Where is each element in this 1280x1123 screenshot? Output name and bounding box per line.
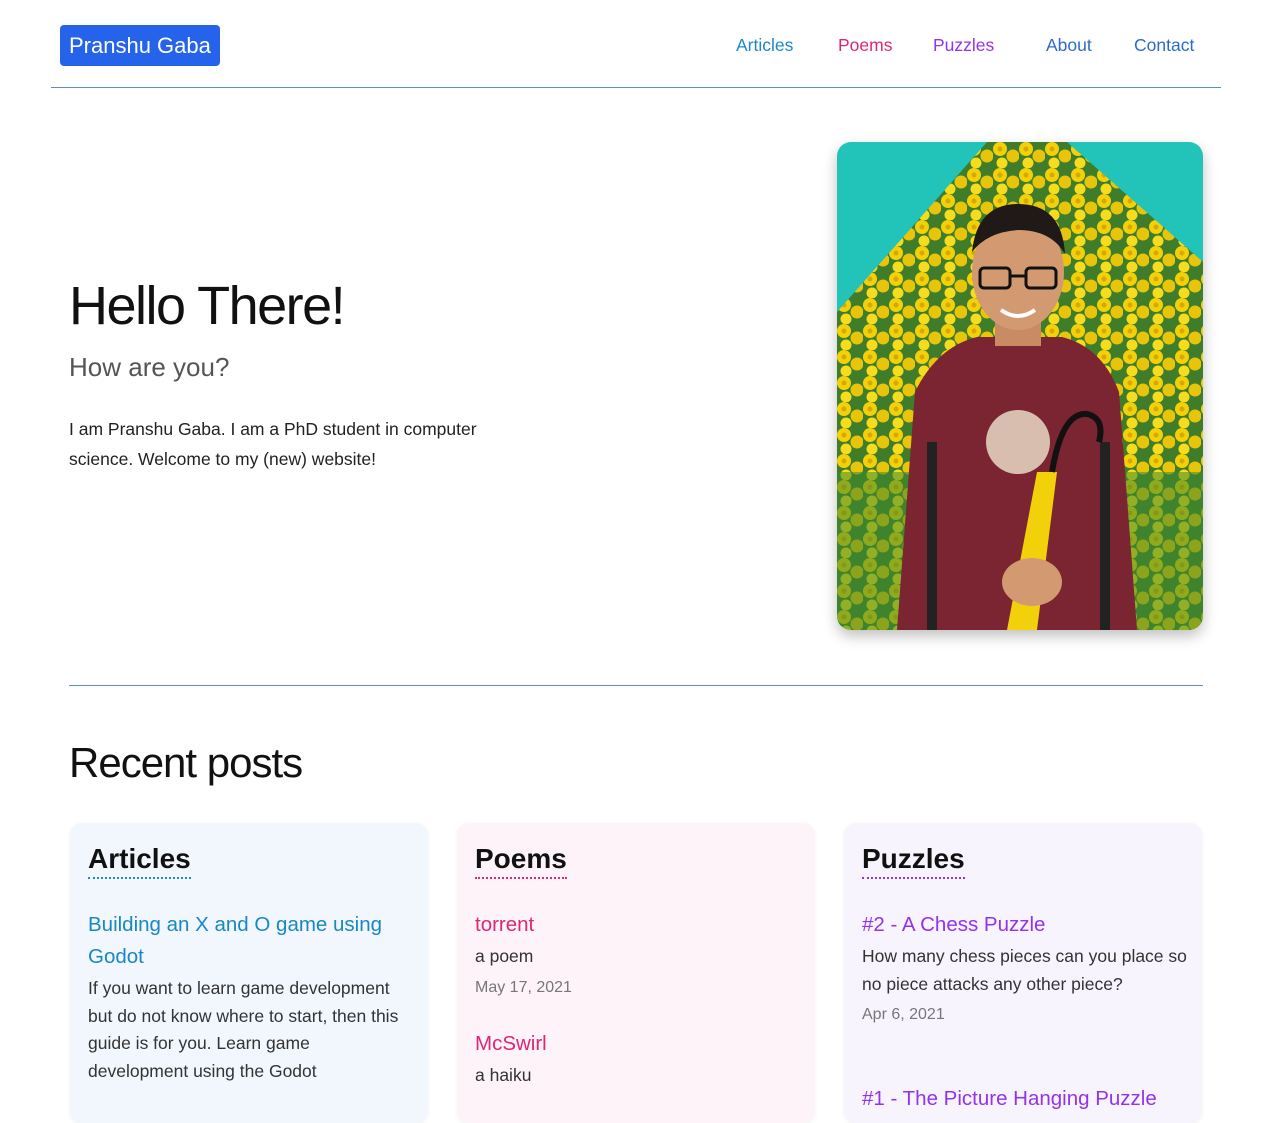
nav-puzzles[interactable]: Puzzles xyxy=(933,35,994,56)
nav-poems[interactable]: Poems xyxy=(838,35,892,56)
nav-articles[interactable]: Articles xyxy=(736,35,793,56)
poem-post-desc: a haiku xyxy=(475,1065,532,1085)
puzzles-card: Puzzles #2 - A Chess Puzzle How many che… xyxy=(844,823,1202,1123)
articles-card: Articles Building an X and O game using … xyxy=(70,823,428,1123)
puzzles-card-heading[interactable]: Puzzles xyxy=(862,843,965,879)
puzzle-post-date: Apr 6, 2021 xyxy=(862,1006,945,1023)
site-header: Pranshu Gaba Articles Poems Puzzles Abou… xyxy=(51,0,1221,88)
poems-card: Poems torrent a poem May 17, 2021 McSwir… xyxy=(457,823,815,1123)
nav-contact[interactable]: Contact xyxy=(1134,35,1194,56)
hero-title: Hello There! xyxy=(69,276,346,336)
poems-card-heading[interactable]: Poems xyxy=(475,843,567,879)
section-divider xyxy=(69,685,1203,686)
article-post: Building an X and O game using Godot If … xyxy=(88,909,414,1085)
puzzle-post: #1 - The Picture Hanging Puzzle xyxy=(862,1083,1188,1115)
recent-posts-title: Recent posts xyxy=(69,739,303,786)
puzzle-post-title[interactable]: #1 - The Picture Hanging Puzzle xyxy=(862,1083,1188,1115)
profile-photo-illustration xyxy=(837,142,1203,630)
profile-photo xyxy=(837,142,1203,630)
puzzle-post-title[interactable]: #2 - A Chess Puzzle xyxy=(862,909,1188,941)
poem-post-title[interactable]: McSwirl xyxy=(475,1028,801,1060)
poem-post-title[interactable]: torrent xyxy=(475,909,801,941)
nav-about[interactable]: About xyxy=(1046,35,1092,56)
poem-post-desc: a poem xyxy=(475,946,534,966)
puzzle-post-desc: How many chess pieces can you place so n… xyxy=(862,946,1187,994)
article-post-title[interactable]: Building an X and O game using Godot xyxy=(88,909,414,973)
puzzle-post: #2 - A Chess Puzzle How many chess piece… xyxy=(862,909,1188,1026)
poem-post: torrent a poem May 17, 2021 xyxy=(475,909,801,999)
articles-card-heading[interactable]: Articles xyxy=(88,843,191,879)
brand-logo[interactable]: Pranshu Gaba xyxy=(60,25,220,66)
hero-subtitle: How are you? xyxy=(69,352,230,382)
article-post-desc: If you want to learn game development bu… xyxy=(88,978,399,1081)
hero-intro: I am Pranshu Gaba. I am a PhD student in… xyxy=(69,419,477,469)
poem-post-date: May 17, 2021 xyxy=(475,978,572,996)
poem-post: McSwirl a haiku xyxy=(475,1028,801,1090)
